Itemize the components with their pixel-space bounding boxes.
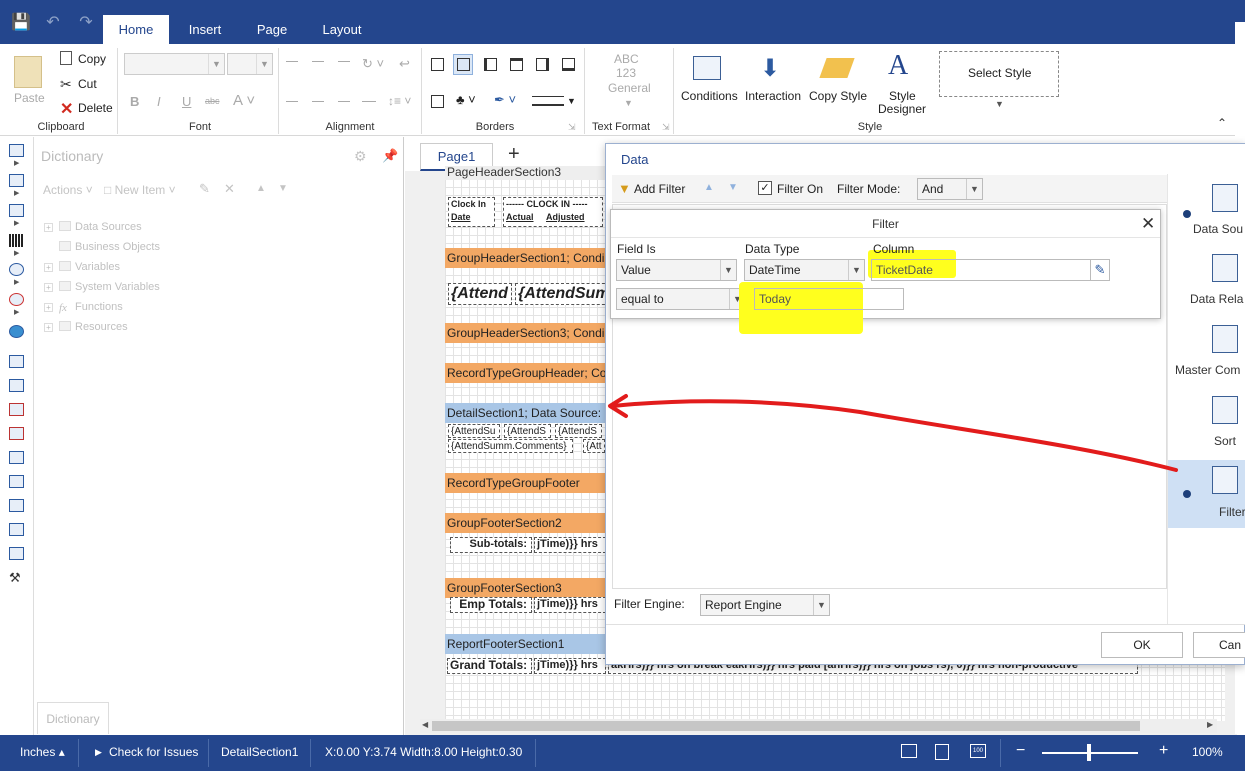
page-width-icon[interactable] [901, 744, 917, 758]
selected-component: DetailSection1 [221, 745, 299, 759]
report-designer-window: 💾 ↶ ↷ Home Insert Page Layout Paste Copy… [0, 0, 1245, 771]
units-label: Inches [20, 745, 56, 759]
divider [310, 739, 311, 767]
zoom-slider-thumb[interactable] [1087, 744, 1091, 761]
annotation-arrow [608, 394, 1178, 472]
zoom-out-icon[interactable]: − [1016, 742, 1025, 760]
expand-arrow-icon: ▶ [95, 747, 102, 757]
page-height-icon[interactable] [935, 744, 949, 760]
zoom-in-icon[interactable]: + [1159, 742, 1168, 760]
divider [535, 739, 536, 767]
units-menu[interactable]: Inches ▴ [20, 745, 65, 759]
divider [208, 739, 209, 767]
zoom-level: 100% [1192, 745, 1223, 759]
check-for-issues-button[interactable]: Check for Issues [109, 745, 198, 759]
divider [78, 739, 79, 767]
geometry-readout: X:0.00 Y:3.74 Width:8.00 Height:0.30 [325, 745, 523, 759]
divider [1000, 739, 1001, 767]
status-bar: Inches ▴ ▶ Check for Issues DetailSectio… [0, 735, 1245, 771]
zoom-100-icon[interactable]: 100 [970, 744, 986, 758]
